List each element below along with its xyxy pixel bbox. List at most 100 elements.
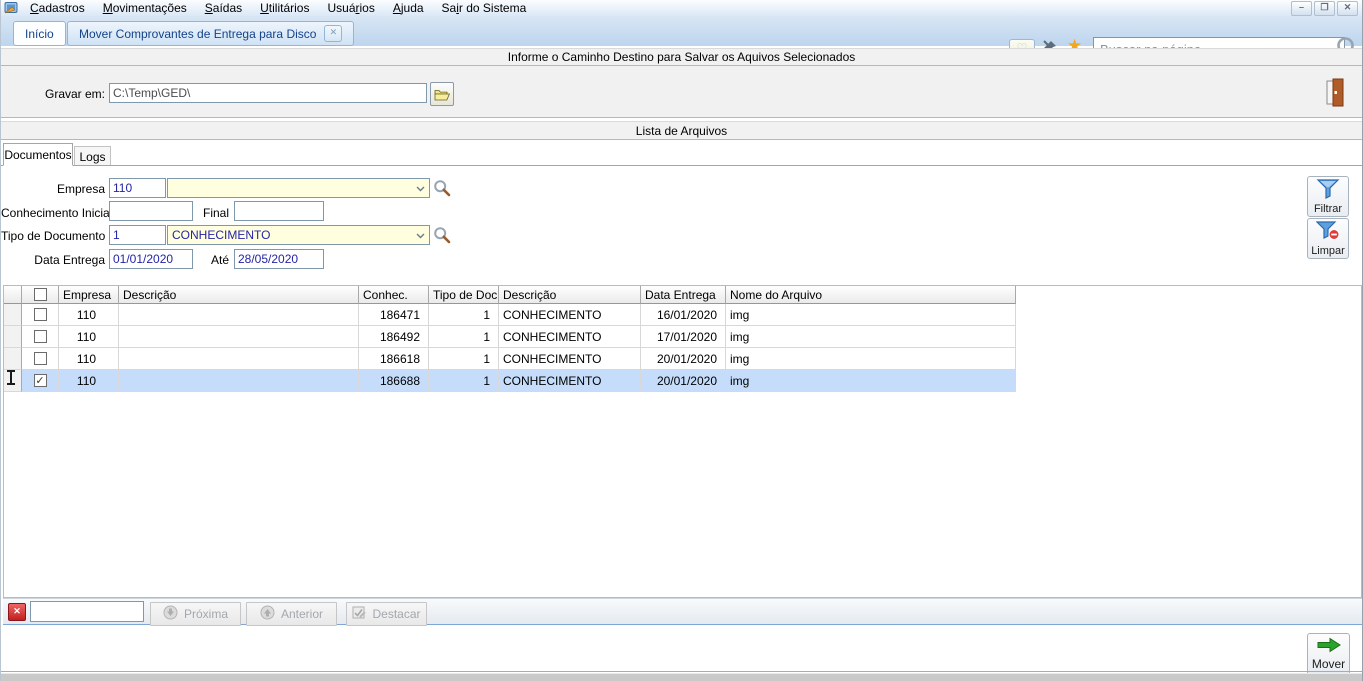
- tipo-documento-search-icon[interactable]: [433, 226, 451, 249]
- row-checkbox-cell[interactable]: [22, 348, 59, 370]
- grid-header-empresa[interactable]: Empresa: [59, 286, 119, 304]
- cell-conhec[interactable]: 186492: [359, 326, 429, 348]
- conhecimento-inicial-label: Conhecimento Inicial: [1, 206, 113, 220]
- cell-tipo_doc[interactable]: 1: [429, 304, 499, 326]
- table-row[interactable]: 110 186492 1 CONHECIMENTO 17/01/2020 img: [4, 326, 1016, 348]
- anterior-button[interactable]: Anterior: [246, 602, 337, 626]
- row-checkbox[interactable]: [33, 352, 47, 365]
- conhecimento-inicial-input[interactable]: [109, 201, 193, 221]
- table-row[interactable]: 110 186618 1 CONHECIMENTO 20/01/2020 img: [4, 348, 1016, 370]
- menu-ajuda[interactable]: Ajuda: [384, 1, 433, 15]
- chevron-down-icon[interactable]: [416, 228, 425, 242]
- cell-conhec[interactable]: 186471: [359, 304, 429, 326]
- cell-nome_arquivo[interactable]: img: [726, 304, 1016, 326]
- cell-data_entrega[interactable]: 17/01/2020: [641, 326, 726, 348]
- grid-header-checkbox[interactable]: [22, 286, 59, 304]
- menu-cadastros[interactable]: Cadastros: [21, 1, 94, 15]
- tipo-documento-label: Tipo de Documento: [1, 229, 106, 243]
- cell-descricao[interactable]: [119, 370, 359, 392]
- grid-header-tipo_doc[interactable]: Tipo de Doc.: [429, 286, 499, 304]
- menu-utilitarios[interactable]: Utilitários: [251, 1, 318, 15]
- table-row[interactable]: 110 186471 1 CONHECIMENTO 16/01/2020 img: [4, 304, 1016, 326]
- mover-button[interactable]: Mover: [1307, 633, 1350, 675]
- browse-folder-button[interactable]: [430, 82, 454, 106]
- grid-header-nome_arquivo[interactable]: Nome do Arquivo: [726, 286, 1016, 304]
- filtrar-button[interactable]: Filtrar: [1307, 176, 1349, 217]
- cell-tipo_descricao[interactable]: CONHECIMENTO: [499, 370, 641, 392]
- tipo-documento-combo[interactable]: CONHECIMENTO: [167, 225, 430, 245]
- cell-empresa[interactable]: 110: [59, 304, 119, 326]
- cell-tipo_doc[interactable]: 1: [429, 370, 499, 392]
- cell-conhec[interactable]: 186618: [359, 348, 429, 370]
- cell-descricao[interactable]: [119, 304, 359, 326]
- empresa-search-icon[interactable]: [433, 179, 451, 202]
- cell-conhec[interactable]: 186688: [359, 370, 429, 392]
- row-selector[interactable]: [4, 304, 22, 326]
- empresa-code-input[interactable]: [109, 178, 166, 198]
- row-selector[interactable]: [4, 370, 22, 392]
- limpar-button[interactable]: Limpar: [1307, 218, 1349, 259]
- menu-usuarios[interactable]: Usuários: [318, 1, 383, 15]
- conhecimento-final-input[interactable]: [234, 201, 324, 221]
- row-checkbox-cell[interactable]: ✓: [22, 370, 59, 392]
- tipo-documento-code-input[interactable]: [109, 225, 166, 245]
- minimize-button[interactable]: –: [1291, 1, 1312, 16]
- table-row[interactable]: ✓ 110 186688 1 CONHECIMENTO 20/01/2020 img: [4, 370, 1016, 392]
- row-checkbox[interactable]: [33, 308, 47, 321]
- tab-close-icon[interactable]: ✕: [324, 25, 343, 42]
- tab-logs[interactable]: Logs: [74, 146, 111, 166]
- row-checkbox[interactable]: ✓: [33, 374, 47, 387]
- data-entrega-inicial-input[interactable]: [109, 249, 193, 269]
- destination-path-input[interactable]: [109, 83, 427, 103]
- cell-tipo_doc[interactable]: 1: [429, 348, 499, 370]
- data-entrega-final-input[interactable]: [234, 249, 324, 269]
- grid-header-data_entrega[interactable]: Data Entrega: [641, 286, 726, 304]
- exit-door-icon[interactable]: [1323, 78, 1349, 113]
- row-checkbox-cell[interactable]: [22, 326, 59, 348]
- tab-inicio-label: Início: [25, 26, 54, 41]
- cell-tipo_doc[interactable]: 1: [429, 326, 499, 348]
- tab-mover-comprovantes[interactable]: Mover Comprovantes de Entrega para Disco…: [67, 21, 355, 46]
- grid-body: 110 186471 1 CONHECIMENTO 16/01/2020 img 110 18…: [4, 304, 1361, 392]
- cell-data_entrega[interactable]: 16/01/2020: [641, 304, 726, 326]
- cell-nome_arquivo[interactable]: img: [726, 326, 1016, 348]
- tab-documentos[interactable]: Documentos: [3, 143, 73, 166]
- find-input[interactable]: [30, 601, 144, 622]
- empresa-combo[interactable]: [167, 178, 430, 198]
- tab-divider: [1, 165, 1362, 166]
- grid-header-conhec[interactable]: Conhec.: [359, 286, 429, 304]
- close-button[interactable]: ✕: [1337, 1, 1358, 16]
- cell-data_entrega[interactable]: 20/01/2020: [641, 348, 726, 370]
- proxima-button[interactable]: Próxima: [150, 602, 241, 626]
- menu-items: Cadastros Movimentações Saídas Utilitários U…: [21, 1, 535, 15]
- select-all-checkbox[interactable]: [33, 288, 47, 301]
- cell-nome_arquivo[interactable]: img: [726, 348, 1016, 370]
- cell-empresa[interactable]: 110: [59, 348, 119, 370]
- row-selector[interactable]: [4, 348, 22, 370]
- cell-empresa[interactable]: 110: [59, 326, 119, 348]
- cell-tipo_descricao[interactable]: CONHECIMENTO: [499, 326, 641, 348]
- cell-descricao[interactable]: [119, 348, 359, 370]
- cell-data_entrega[interactable]: 20/01/2020: [641, 370, 726, 392]
- row-selector[interactable]: [4, 326, 22, 348]
- menu-movimentacoes[interactable]: Movimentações: [94, 1, 196, 15]
- cell-tipo_descricao[interactable]: CONHECIMENTO: [499, 348, 641, 370]
- row-checkbox-cell[interactable]: [22, 304, 59, 326]
- chevron-down-icon[interactable]: [416, 181, 425, 195]
- menu-sair-do-sistema[interactable]: Sair do Sistema: [433, 1, 536, 15]
- destacar-button[interactable]: Destacar: [346, 602, 427, 626]
- mover-label: Mover: [1311, 657, 1346, 671]
- cell-descricao[interactable]: [119, 326, 359, 348]
- cell-tipo_descricao[interactable]: CONHECIMENTO: [499, 304, 641, 326]
- cell-nome_arquivo[interactable]: img: [726, 370, 1016, 392]
- cell-empresa[interactable]: 110: [59, 370, 119, 392]
- highlight-check-icon: [352, 606, 367, 623]
- page-tab-strip: Início Mover Comprovantes de Entrega par…: [1, 16, 1362, 61]
- grid-header-tipo_descricao[interactable]: Descrição: [499, 286, 641, 304]
- restore-button[interactable]: ❐: [1314, 1, 1335, 16]
- find-close-button[interactable]: ✕: [8, 603, 26, 621]
- row-checkbox[interactable]: [33, 330, 47, 343]
- grid-header-descricao[interactable]: Descrição: [119, 286, 359, 304]
- tab-inicio[interactable]: Início: [13, 21, 66, 46]
- menu-saidas[interactable]: Saídas: [196, 1, 251, 15]
